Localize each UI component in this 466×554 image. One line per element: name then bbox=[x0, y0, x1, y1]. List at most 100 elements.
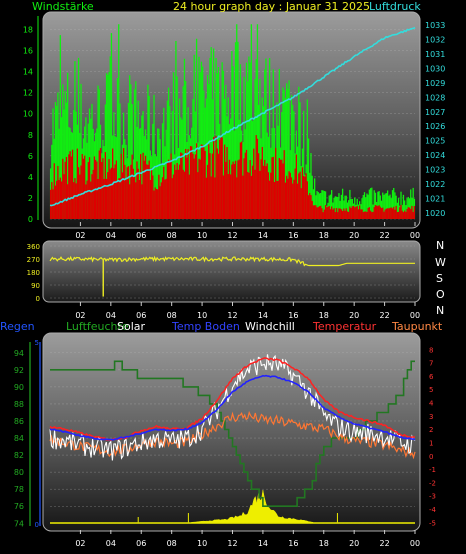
direction-tick-label: 0 bbox=[36, 295, 40, 303]
p2-x-tick-label: 18 bbox=[319, 311, 329, 320]
temperature-tick-label: -4 bbox=[429, 506, 437, 514]
wind-tick-label: 14 bbox=[23, 68, 33, 77]
legend-taupunkt: Taupunkt bbox=[391, 320, 443, 333]
p3-x-tick-label: 06 bbox=[136, 539, 146, 548]
p1-x-tick-label: 00 bbox=[410, 231, 420, 240]
compass-n-bottom: N bbox=[436, 304, 444, 317]
direction-tick-label: 270 bbox=[27, 256, 40, 264]
temperature-tick-label: -1 bbox=[429, 466, 436, 474]
p1-x-tick-label: 18 bbox=[319, 231, 329, 240]
wind-tick-label: 0 bbox=[28, 215, 33, 224]
pressure-tick-label: 1026 bbox=[425, 122, 445, 131]
regen-tick-label: 0 bbox=[35, 521, 39, 529]
humidity-tick-label: 90 bbox=[14, 383, 24, 392]
compass-s: S bbox=[436, 272, 443, 285]
temperature-tick-label: 8 bbox=[429, 346, 433, 354]
pressure-tick-label: 1023 bbox=[425, 166, 445, 175]
temperature-humidity-panel bbox=[42, 332, 421, 532]
legend-regen: Regen bbox=[0, 320, 35, 333]
wind-axis-title: Windstärke bbox=[32, 0, 94, 13]
temperature-tick-label: 0 bbox=[429, 453, 433, 461]
temperature-tick-label: 4 bbox=[429, 400, 434, 408]
pressure-tick-label: 1027 bbox=[425, 108, 445, 117]
p1-x-tick-label: 02 bbox=[75, 231, 85, 240]
pressure-axis-title: Luftdruck bbox=[369, 0, 421, 13]
wind-tick-label: 4 bbox=[28, 173, 33, 182]
p2-x-tick-label: 10 bbox=[197, 311, 207, 320]
weather-chart: 0246810121416181020102110221023102410251… bbox=[0, 0, 446, 548]
pressure-tick-label: 1020 bbox=[425, 209, 445, 218]
wind-tick-label: 10 bbox=[23, 110, 33, 119]
direction-tick-label: 180 bbox=[27, 269, 40, 277]
p3-x-tick-label: 00 bbox=[410, 539, 420, 548]
compass-w: W bbox=[435, 256, 446, 269]
regen-tick-label: 5 bbox=[35, 339, 39, 347]
p1-x-tick-label: 08 bbox=[167, 231, 177, 240]
wind-tick-label: 12 bbox=[23, 89, 33, 98]
pressure-tick-label: 1032 bbox=[425, 35, 445, 44]
temperature-tick-label: -3 bbox=[429, 493, 436, 501]
p2-x-tick-label: 14 bbox=[258, 311, 268, 320]
wind-tick-label: 2 bbox=[28, 194, 33, 203]
temperature-tick-label: -5 bbox=[429, 519, 436, 527]
p1-x-tick-label: 04 bbox=[106, 231, 116, 240]
temperature-tick-label: 5 bbox=[429, 386, 433, 394]
chart-title: 24 hour graph day : Januar 31 2025 bbox=[173, 0, 370, 13]
p1-x-tick-label: 14 bbox=[258, 231, 268, 240]
p3-x-tick-label: 14 bbox=[258, 539, 268, 548]
pressure-tick-label: 1025 bbox=[425, 137, 445, 146]
p2-x-tick-label: 20 bbox=[349, 311, 359, 320]
pressure-tick-label: 1021 bbox=[425, 195, 445, 204]
p2-x-tick-label: 04 bbox=[106, 311, 116, 320]
p2-x-tick-label: 06 bbox=[136, 311, 146, 320]
pressure-tick-label: 1024 bbox=[425, 151, 445, 160]
humidity-tick-label: 82 bbox=[14, 451, 24, 460]
humidity-tick-label: 84 bbox=[14, 434, 24, 443]
p3-x-tick-label: 08 bbox=[167, 539, 177, 548]
temperature-tick-label: 3 bbox=[429, 413, 433, 421]
pressure-tick-label: 1033 bbox=[425, 21, 445, 30]
temperature-tick-label: -2 bbox=[429, 479, 436, 487]
wind-tick-label: 6 bbox=[28, 152, 33, 161]
p3-x-tick-label: 20 bbox=[349, 539, 359, 548]
wind-tick-label: 8 bbox=[28, 131, 33, 140]
pressure-tick-label: 1028 bbox=[425, 93, 445, 102]
humidity-tick-label: 74 bbox=[14, 519, 24, 528]
p3-x-tick-label: 12 bbox=[227, 539, 237, 548]
p3-x-tick-label: 18 bbox=[319, 539, 329, 548]
wind-direction-panel bbox=[42, 240, 421, 303]
p3-x-tick-label: 02 bbox=[75, 539, 85, 548]
pressure-tick-label: 1022 bbox=[425, 180, 445, 189]
legend-windchill: Windchill bbox=[245, 320, 295, 333]
humidity-tick-label: 80 bbox=[14, 468, 24, 477]
legend-temperatur: Temperatur bbox=[312, 320, 377, 333]
legend-temp-boden: Temp Boden bbox=[171, 320, 240, 333]
wind-tick-label: 16 bbox=[23, 47, 33, 56]
wind-tick-label: 18 bbox=[23, 26, 33, 35]
temperature-tick-label: 7 bbox=[429, 360, 433, 368]
humidity-tick-label: 78 bbox=[14, 485, 24, 494]
pressure-tick-label: 1031 bbox=[425, 50, 445, 59]
p2-x-tick-label: 16 bbox=[288, 311, 298, 320]
direction-tick-label: 90 bbox=[31, 282, 40, 290]
p2-x-tick-label: 12 bbox=[227, 311, 237, 320]
p1-x-tick-label: 10 bbox=[197, 231, 207, 240]
p3-x-tick-label: 04 bbox=[106, 539, 116, 548]
p2-x-tick-label: 02 bbox=[75, 311, 85, 320]
compass-n-top: N bbox=[436, 239, 444, 252]
p1-x-tick-label: 12 bbox=[227, 231, 237, 240]
humidity-tick-label: 88 bbox=[14, 400, 24, 409]
humidity-tick-label: 92 bbox=[14, 366, 24, 375]
humidity-tick-label: 76 bbox=[14, 502, 24, 511]
p3-x-tick-label: 10 bbox=[197, 539, 207, 548]
pressure-tick-label: 1030 bbox=[425, 64, 445, 73]
temperature-tick-label: 2 bbox=[429, 426, 433, 434]
humidity-tick-label: 86 bbox=[14, 417, 24, 426]
p3-x-tick-label: 22 bbox=[379, 539, 389, 548]
temperature-tick-label: 1 bbox=[429, 439, 433, 447]
p2-x-tick-label: 22 bbox=[379, 311, 389, 320]
direction-tick-label: 360 bbox=[27, 243, 40, 251]
p2-x-tick-label: 08 bbox=[167, 311, 177, 320]
p2-x-tick-label: 00 bbox=[410, 311, 420, 320]
p1-x-tick-label: 20 bbox=[349, 231, 359, 240]
